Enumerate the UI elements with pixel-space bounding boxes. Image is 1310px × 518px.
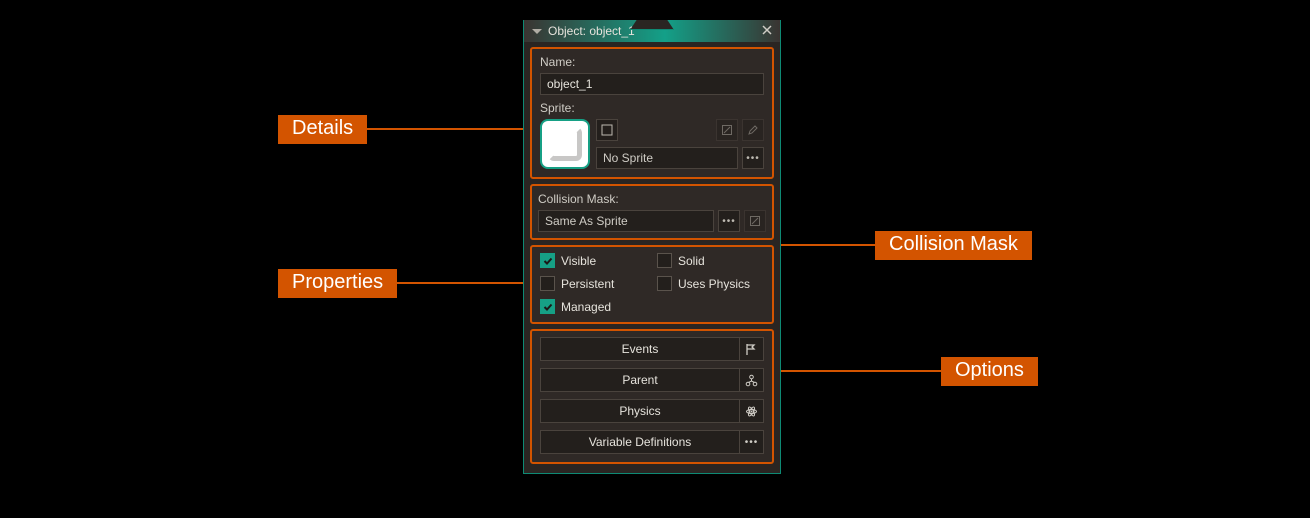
collision-edit-button[interactable] [744,210,766,232]
close-button[interactable] [760,23,774,37]
name-label: Name: [540,55,764,69]
more-icon: ••• [722,216,736,227]
sprite-label: Sprite: [540,101,764,115]
callout-properties: Properties [278,268,542,298]
check-icon [543,302,553,312]
checkbox-visible[interactable]: Visible [540,253,647,268]
button-label: Parent [541,373,739,387]
callout-label: Details [278,115,367,144]
object-editor-window: Object: object_1 Name: Sprite: [523,20,781,474]
checkbox-solid[interactable]: Solid [657,253,764,268]
callout-details: Details [278,114,543,144]
window-titlebar[interactable]: Object: object_1 [524,20,780,42]
sprite-pencil-button[interactable] [742,119,764,141]
callout-line [777,370,941,372]
callout-line [367,128,543,130]
callout-collision-mask: Collision Mask [777,230,1032,260]
properties-section: Visible Solid Persistent Uses Physics Ma… [530,245,774,324]
callout-label: Collision Mask [875,231,1032,260]
callout-options: Options [777,356,1038,386]
flag-icon [745,343,758,356]
collision-mask-select[interactable]: Same As Sprite [538,210,714,232]
name-input[interactable] [540,73,764,95]
collision-mask-label: Collision Mask: [538,192,766,206]
callout-label: Options [941,357,1038,386]
checkbox-label: Persistent [561,277,614,291]
button-label: Physics [541,404,739,418]
collision-mask-section: Collision Mask: Same As Sprite ••• [530,184,774,240]
button-label: Events [541,342,739,356]
callout-line [397,282,542,284]
checkbox-uses-physics[interactable]: Uses Physics [657,276,764,291]
sprite-edit-button[interactable] [716,119,738,141]
callout-line [777,244,875,246]
details-section: Name: Sprite: [530,47,774,179]
edit-icon [721,124,733,136]
button-label: Variable Definitions [541,435,739,449]
check-icon [543,256,553,266]
more-icon: ••• [745,437,759,448]
events-button[interactable]: Events [540,337,764,361]
checkbox-label: Solid [678,254,705,268]
parent-button[interactable]: Parent [540,368,764,392]
physics-button[interactable]: Physics [540,399,764,423]
checkbox-label: Uses Physics [678,277,750,291]
checkbox-label: Visible [561,254,596,268]
checkbox-persistent[interactable]: Persistent [540,276,647,291]
sprite-expand-button[interactable] [596,119,618,141]
sprite-select-value: No Sprite [603,151,653,165]
collapse-triangle-icon[interactable] [532,29,542,34]
expand-icon [601,124,613,136]
variable-definitions-button[interactable]: Variable Definitions ••• [540,430,764,454]
options-section: Events Parent Physics Variable Definitio… [530,329,774,464]
collision-mask-value: Same As Sprite [545,214,628,228]
edit-icon [749,215,761,227]
sprite-select[interactable]: No Sprite [596,147,738,169]
callout-label: Properties [278,269,397,298]
parent-icon [745,374,758,387]
pencil-icon [747,124,759,136]
atom-icon [745,405,758,418]
window-title: Object: object_1 [548,24,635,38]
collision-more-button[interactable]: ••• [718,210,740,232]
checkbox-managed[interactable]: Managed [540,299,647,314]
more-icon: ••• [746,153,760,164]
titlebar-notch [630,20,674,30]
sprite-more-button[interactable]: ••• [742,147,764,169]
close-icon [762,25,772,35]
checkbox-label: Managed [561,300,611,314]
sprite-preview[interactable] [540,119,590,169]
